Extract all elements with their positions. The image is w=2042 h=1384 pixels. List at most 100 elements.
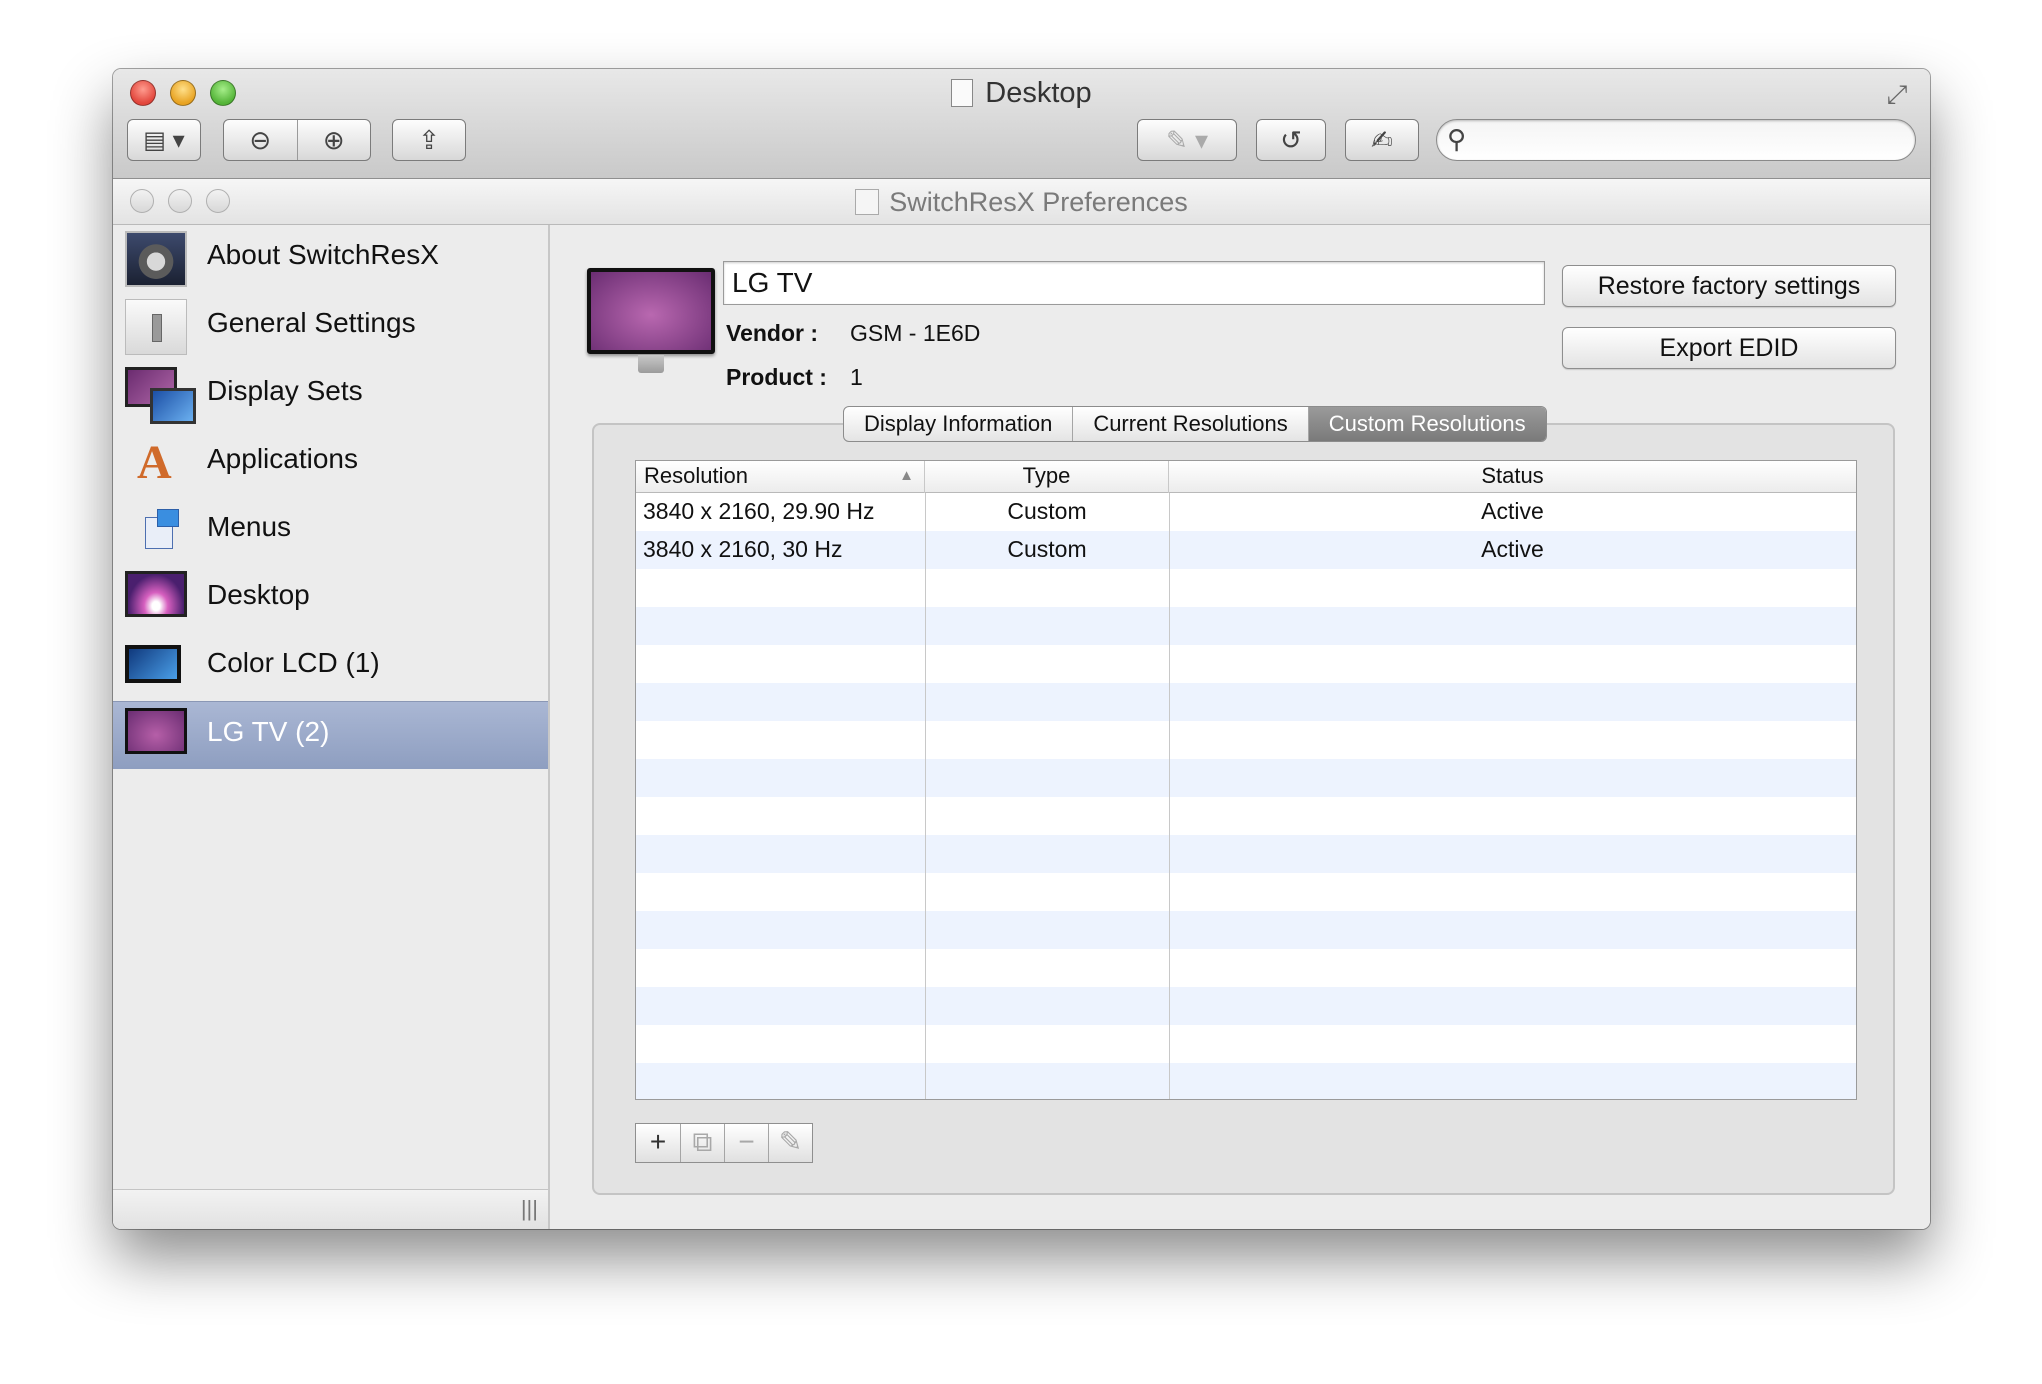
monitor-icon	[125, 708, 187, 754]
document-icon	[951, 79, 974, 107]
sort-ascending-icon: ▲	[899, 467, 914, 484]
applications-icon	[125, 435, 187, 491]
tab-current-resolutions[interactable]: Current Resolutions	[1072, 407, 1307, 441]
restore-factory-settings-button[interactable]: Restore factory settings	[1562, 265, 1896, 307]
sidebar-item-color-lcd[interactable]: Color LCD (1)	[113, 633, 548, 701]
table-row[interactable]: 3840 x 2160, 30 Hz Custom Active	[636, 531, 1856, 569]
prefs-title-icon	[855, 189, 880, 215]
minus-icon: −	[738, 1126, 755, 1157]
add-button[interactable]: +	[636, 1124, 680, 1162]
gear-icon	[125, 231, 187, 287]
switch-icon	[125, 299, 187, 355]
vendor-value: GSM - 1E6D	[850, 320, 981, 346]
display-name-field[interactable]	[723, 261, 1545, 305]
sidebar-item-applications[interactable]: Applications	[113, 429, 548, 497]
search-input[interactable]	[1481, 124, 1901, 156]
sidebar-item-general-settings[interactable]: General Settings	[113, 293, 548, 361]
tab-custom-resolutions[interactable]: Custom Resolutions	[1307, 407, 1546, 441]
prefs-titlebar: SwitchResX Preferences	[113, 179, 1930, 225]
product-row: Product : 1	[726, 364, 863, 391]
sidebar-item-desktop[interactable]: Desktop	[113, 565, 548, 633]
sidebar-item-label: Desktop	[207, 579, 310, 610]
rotate-icon: ↺	[1280, 124, 1302, 155]
desktop-icon	[125, 571, 187, 617]
column-header-label: Resolution	[644, 463, 748, 488]
column-header-resolution[interactable]: Resolution ▲	[636, 461, 925, 493]
edit-button[interactable]: ✍	[1345, 119, 1419, 161]
status-cell: Active	[1481, 536, 1544, 562]
preview-window: Desktop ⤢ ▤ ▾ ⊖ ⊕ ⇪ ✎ ▾ ↺ ✍ ⚲ SwitchResX…	[113, 69, 1930, 1229]
empty-table-row	[636, 987, 1856, 1025]
sidebar-footer: |||	[113, 1189, 548, 1229]
table-header: Resolution ▲ Type Status	[636, 461, 1856, 493]
vendor-row: Vendor : GSM - 1E6D	[726, 320, 980, 347]
sidebar-view-button[interactable]: ▤ ▾	[127, 119, 201, 161]
sidebar-item-label: Menus	[207, 511, 292, 542]
sidebar-view-icon: ▤ ▾	[143, 126, 185, 154]
tab-bar: Display Information Current Resolutions …	[843, 406, 1547, 442]
remove-button[interactable]: −	[724, 1124, 768, 1162]
rotate-button[interactable]: ↺	[1256, 119, 1326, 161]
status-cell: Active	[1481, 498, 1544, 524]
pencil-icon: ✎	[778, 1126, 803, 1157]
search-field[interactable]: ⚲	[1436, 119, 1916, 161]
edit-toolbar-icon: ✍	[1371, 124, 1393, 155]
empty-table-row	[636, 759, 1856, 797]
type-cell: Custom	[1007, 536, 1087, 562]
empty-table-row	[636, 645, 1856, 683]
sidebar-item-label: General Settings	[207, 307, 416, 338]
export-edid-button[interactable]: Export EDID	[1562, 327, 1896, 369]
sidebar-item-label: About SwitchResX	[207, 239, 439, 270]
empty-table-row	[636, 683, 1856, 721]
empty-table-row	[636, 873, 1856, 911]
product-label: Product :	[726, 364, 827, 390]
prefs-title: SwitchResX Preferences	[113, 187, 1930, 218]
duplicate-button[interactable]: ⧉	[680, 1124, 724, 1162]
vendor-label: Vendor :	[726, 320, 819, 346]
column-header-type[interactable]: Type	[925, 461, 1169, 493]
pen-icon: ✎ ▾	[1165, 124, 1209, 155]
column-divider	[925, 493, 926, 1099]
column-header-label: Type	[1022, 463, 1071, 488]
resolution-cell: 3840 x 2160, 30 Hz	[643, 536, 843, 562]
duplicate-icon: ⧉	[692, 1126, 713, 1157]
window-title: Desktop	[113, 77, 1930, 110]
zoom-buttons: ⊖ ⊕	[223, 119, 371, 161]
sidebar-item-about[interactable]: About SwitchResX	[113, 225, 548, 293]
zoom-in-button[interactable]: ⊕	[296, 120, 371, 160]
empty-table-row	[636, 721, 1856, 759]
display-preview-icon	[587, 268, 715, 354]
sidebar-item-label: LG TV (2)	[207, 716, 330, 747]
resize-grip-icon[interactable]: |||	[521, 1196, 538, 1222]
empty-table-row	[636, 569, 1856, 607]
zoom-out-button[interactable]: ⊖	[224, 120, 297, 160]
tab-display-information[interactable]: Display Information	[844, 407, 1072, 441]
annotate-button[interactable]: ✎ ▾	[1137, 119, 1237, 161]
sidebar-item-menus[interactable]: Menus	[113, 497, 548, 565]
empty-table-row	[636, 911, 1856, 949]
zoom-in-icon: ⊕	[322, 124, 345, 155]
search-icon: ⚲	[1447, 124, 1467, 154]
window-title-text: Desktop	[985, 77, 1092, 109]
type-cell: Custom	[1007, 498, 1087, 524]
table-row[interactable]: 3840 x 2160, 29.90 Hz Custom Active	[636, 493, 1856, 531]
sidebar-item-display-sets[interactable]: Display Sets	[113, 361, 548, 429]
monitor-stand	[638, 355, 664, 373]
edit-button[interactable]: ✎	[768, 1124, 812, 1162]
column-header-status[interactable]: Status	[1169, 461, 1856, 493]
table-body: 3840 x 2160, 29.90 Hz Custom Active 3840…	[636, 493, 1856, 1099]
switchresx-preferences-window: SwitchResX Preferences About SwitchResX …	[113, 179, 1930, 1229]
resolutions-table: Resolution ▲ Type Status 3840 x 2160, 29…	[635, 460, 1857, 1100]
column-divider	[1169, 493, 1170, 1099]
table-actions: + ⧉ − ✎	[635, 1123, 813, 1163]
empty-table-row	[636, 1063, 1856, 1099]
menus-icon	[125, 503, 187, 559]
fullscreen-icon[interactable]: ⤢	[1882, 79, 1912, 109]
sidebar-item-lg-tv[interactable]: LG TV (2)	[113, 701, 548, 769]
zoom-out-icon: ⊖	[249, 124, 272, 155]
resolution-cell: 3840 x 2160, 29.90 Hz	[643, 498, 875, 524]
sidebar-item-label: Applications	[207, 443, 358, 474]
empty-table-row	[636, 607, 1856, 645]
share-button[interactable]: ⇪	[392, 119, 466, 161]
share-icon: ⇪	[418, 124, 440, 155]
